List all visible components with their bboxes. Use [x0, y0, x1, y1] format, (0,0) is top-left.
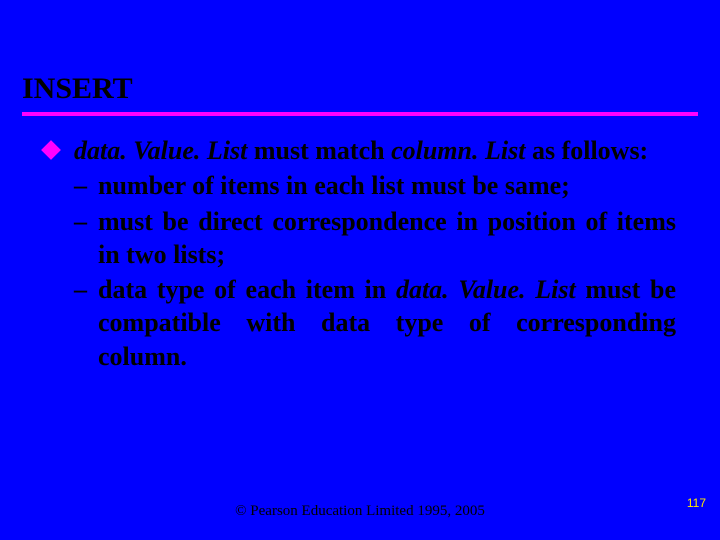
sub-item-2-text: must be direct correspondence in positio…: [98, 207, 676, 269]
sub-item-2: – must be direct correspondence in posit…: [74, 205, 676, 272]
term-column-list: column. List: [391, 136, 525, 165]
sub-item-1-text: number of items in each list must be sam…: [98, 171, 570, 200]
copyright-footer: © Pearson Education Limited 1995, 2005: [0, 503, 720, 520]
sub-item-3: – data type of each item in data. Value.…: [74, 273, 676, 373]
dash-icon: –: [74, 273, 87, 306]
lead-mid: must match: [247, 136, 391, 165]
body-content: data. Value. List must match column. Lis…: [44, 134, 676, 373]
slide: INSERT data. Value. List must match colu…: [0, 0, 720, 540]
lead-tail: as follows:: [525, 136, 648, 165]
title-underline: [22, 112, 698, 116]
sub3-pre: data type of each item in: [98, 275, 396, 304]
slide-title: INSERT: [22, 72, 698, 110]
page-number: 117: [687, 496, 706, 510]
sub-item-1: – number of items in each list must be s…: [74, 169, 676, 202]
term-data-value-list: data. Value. List: [74, 136, 247, 165]
sub3-term: data. Value. List: [396, 275, 576, 304]
dash-icon: –: [74, 205, 87, 238]
dash-icon: –: [74, 169, 87, 202]
title-block: INSERT: [22, 72, 698, 116]
diamond-bullet-icon: [41, 140, 61, 160]
sub-list: – number of items in each list must be s…: [74, 169, 676, 373]
bullet-lead: data. Value. List must match column. Lis…: [44, 134, 676, 373]
